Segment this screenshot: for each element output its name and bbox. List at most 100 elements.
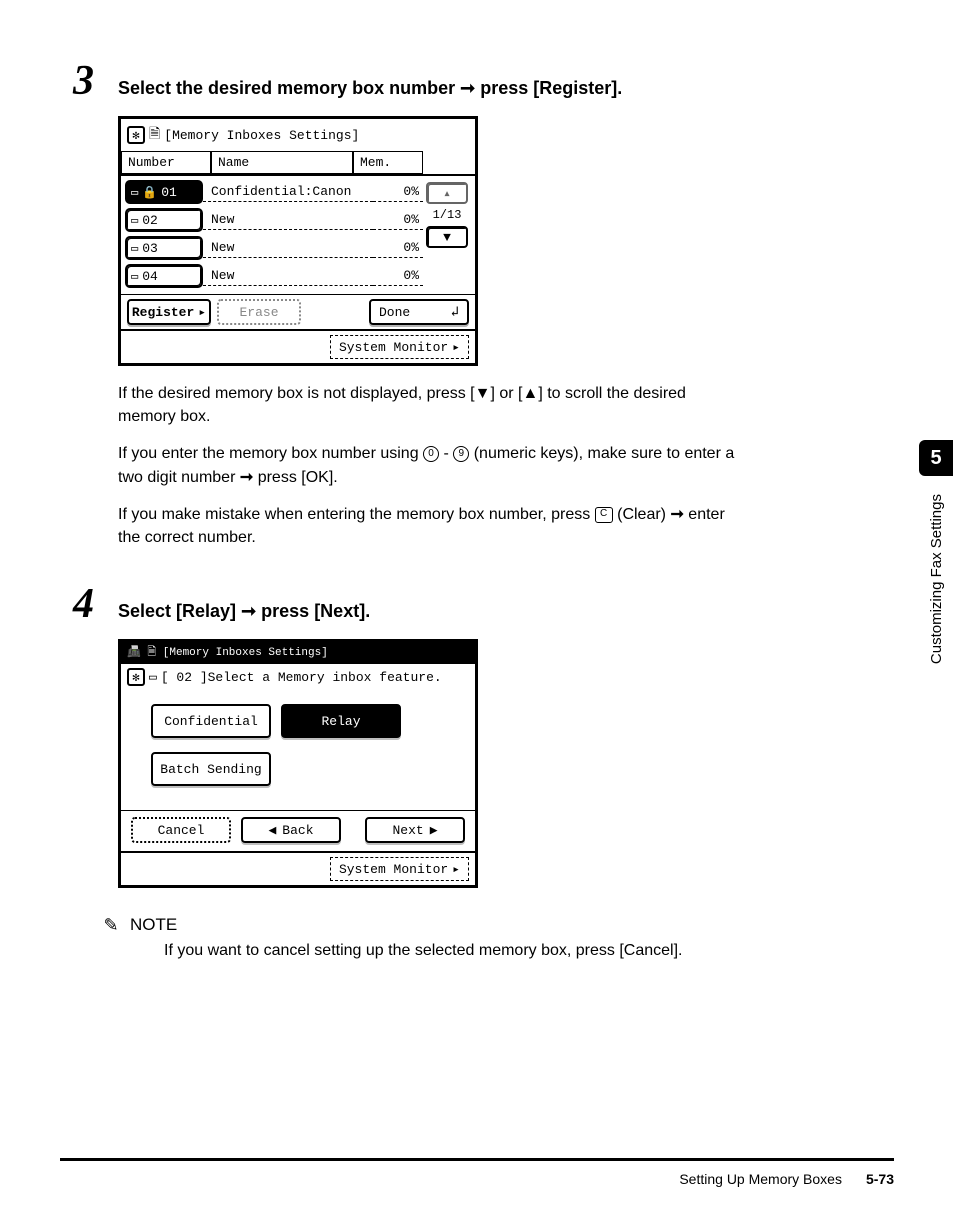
- chevron-right-icon: ▸: [198, 305, 206, 320]
- chevron-right-icon: ▸: [452, 862, 460, 877]
- fax-icon: 📠: [127, 647, 141, 659]
- clear-key-icon: C: [595, 507, 613, 523]
- system-monitor-button[interactable]: System Monitor ▸: [330, 335, 469, 359]
- confidential-label: Confidential: [164, 714, 258, 729]
- list-item: ▭ 04 New 0%: [125, 264, 423, 288]
- inbox-icon: ▭: [131, 185, 138, 200]
- memory-box-03[interactable]: ▭ 03: [125, 236, 203, 260]
- sysmon-label: System Monitor: [339, 862, 448, 877]
- memory-box-04[interactable]: ▭ 04: [125, 264, 203, 288]
- inbox-icon: ▭: [149, 670, 157, 685]
- numeric-key-0-icon: 0: [423, 446, 439, 462]
- arrow-icon: ➞: [670, 506, 683, 523]
- step4-title-b: press [Next].: [256, 601, 370, 621]
- paragraph-scroll-hint: If the desired memory box is not display…: [118, 382, 738, 428]
- step3-title-a: Select the desired memory box number: [118, 78, 460, 98]
- batch-sending-button[interactable]: Batch Sending: [151, 752, 271, 786]
- relay-button[interactable]: Relay: [281, 704, 401, 738]
- inbox-icon: ▭: [131, 269, 138, 284]
- box-mem-03: 0%: [373, 238, 423, 258]
- box-name-04: New: [203, 266, 373, 286]
- footer-page: 5-73: [866, 1171, 894, 1187]
- paragraph-numeric-keys: If you enter the memory box number using…: [118, 442, 738, 488]
- system-monitor-button[interactable]: System Monitor ▸: [330, 857, 469, 881]
- step-title-3: Select the desired memory box number ➞ p…: [118, 78, 894, 99]
- header-number: Number: [121, 151, 211, 174]
- step3-title-b: press [Register].: [475, 78, 622, 98]
- back-label: Back: [282, 823, 313, 838]
- doc-icon: 🗎: [149, 123, 160, 147]
- step-title-4: Select [Relay] ➞ press [Next].: [118, 601, 894, 622]
- header-name: Name: [211, 151, 353, 174]
- box-name-02: New: [203, 210, 373, 230]
- footer-section: Setting Up Memory Boxes: [679, 1171, 842, 1187]
- box-mem-01: 0%: [373, 182, 423, 202]
- box-name-03: New: [203, 238, 373, 258]
- back-button[interactable]: ◀ Back: [241, 817, 341, 843]
- register-label: Register: [132, 305, 194, 320]
- page-indicator: 1/13: [433, 208, 462, 222]
- numeric-key-9-icon: 9: [453, 446, 469, 462]
- box-num-03: 03: [142, 241, 158, 256]
- erase-label: Erase: [239, 305, 278, 320]
- box-name-01: Confidential:Canon: [203, 182, 373, 202]
- down-triangle-icon: ▼: [475, 385, 491, 402]
- arrow-icon: ➞: [460, 78, 475, 98]
- erase-button: Erase: [217, 299, 301, 325]
- chevron-right-icon: ▸: [452, 340, 460, 355]
- list-item: ▭ 02 New 0%: [125, 208, 423, 232]
- screenshot-memory-inboxes: ✻ 🗎 [Memory Inboxes Settings] Number Nam…: [118, 116, 478, 366]
- up-triangle-icon: ▴: [443, 186, 451, 201]
- side-label: Customizing Fax Settings: [928, 494, 945, 664]
- confidential-button[interactable]: Confidential: [151, 704, 271, 738]
- return-icon: ↲: [451, 304, 459, 321]
- screen2-title: [ 02 ]Select a Memory inbox feature.: [161, 670, 442, 685]
- batch-label: Batch Sending: [160, 762, 261, 777]
- note-label: NOTE: [130, 915, 177, 935]
- page-footer: Setting Up Memory Boxes 5-73: [60, 1158, 894, 1187]
- done-label: Done: [379, 305, 410, 320]
- paragraph-clear-hint: If you make mistake when entering the me…: [118, 503, 738, 549]
- cancel-button[interactable]: Cancel: [131, 817, 231, 843]
- chevron-left-icon: ◀: [268, 823, 276, 838]
- list-item: ▭ 03 New 0%: [125, 236, 423, 260]
- chevron-right-icon: ▶: [430, 823, 438, 838]
- box-mem-02: 0%: [373, 210, 423, 230]
- screen1-title: [Memory Inboxes Settings]: [164, 128, 359, 143]
- arrow-icon: ➞: [241, 601, 256, 621]
- scroll-up-button[interactable]: ▴: [426, 182, 468, 204]
- box-num-04: 04: [142, 269, 158, 284]
- relay-label: Relay: [321, 714, 360, 729]
- screenshot-select-feature: 📠 🗎 [Memory Inboxes Settings] ✻ ▭ [ 02 ]…: [118, 639, 478, 888]
- chapter-tab: 5: [919, 440, 953, 476]
- register-button[interactable]: Register ▸: [127, 299, 211, 325]
- header-mem: Mem.: [353, 151, 423, 174]
- list-item: ▭ 🔒 01 Confidential:Canon 0%: [125, 180, 423, 204]
- step-number-4: 4: [60, 583, 94, 625]
- memory-box-01[interactable]: ▭ 🔒 01: [125, 180, 203, 204]
- inbox-icon: ▭: [131, 241, 138, 256]
- box-num-02: 02: [142, 213, 158, 228]
- fan-icon: ✻: [127, 668, 145, 686]
- doc-icon: 🗎: [147, 647, 156, 659]
- cancel-label: Cancel: [158, 823, 205, 838]
- down-triangle-icon: ▼: [443, 230, 451, 245]
- next-button[interactable]: Next ▶: [365, 817, 465, 843]
- step-number-3: 3: [60, 60, 94, 102]
- memory-box-02[interactable]: ▭ 02: [125, 208, 203, 232]
- box-num-01: 01: [161, 185, 177, 200]
- lock-icon: 🔒: [142, 185, 157, 200]
- done-button[interactable]: Done ↲: [369, 299, 469, 325]
- sysmon-label: System Monitor: [339, 340, 448, 355]
- arrow-icon: ➞: [240, 469, 253, 486]
- pencil-icon: ✎: [100, 914, 122, 936]
- step4-title-a: Select [Relay]: [118, 601, 241, 621]
- next-label: Next: [392, 823, 423, 838]
- box-mem-04: 0%: [373, 266, 423, 286]
- up-triangle-icon: ▲: [522, 385, 538, 402]
- scroll-down-button[interactable]: ▼: [426, 226, 468, 248]
- note-heading: ✎ NOTE: [100, 914, 894, 936]
- note-text: If you want to cancel setting up the sel…: [164, 942, 894, 960]
- inbox-icon: ▭: [131, 213, 138, 228]
- screen2-breadcrumb: 📠 🗎 [Memory Inboxes Settings]: [121, 642, 475, 664]
